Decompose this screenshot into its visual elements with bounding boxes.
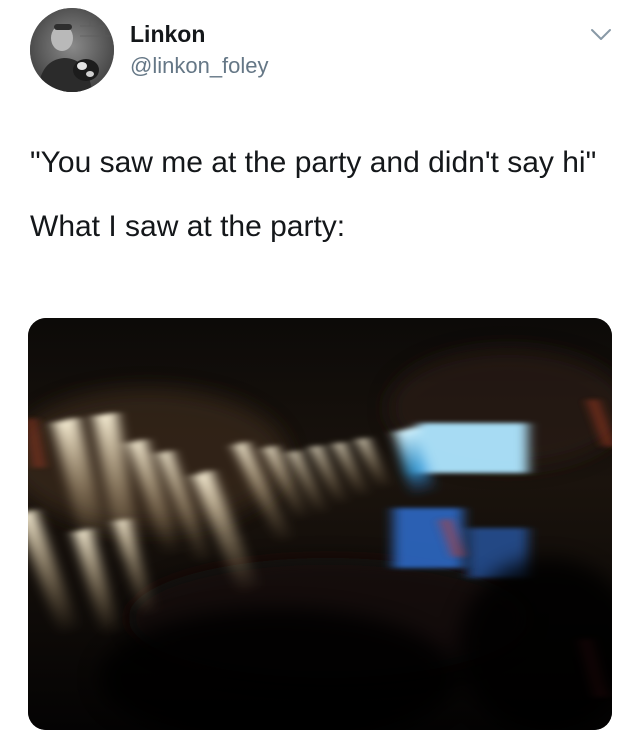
user-handle[interactable]: @linkon_foley (130, 52, 269, 80)
tweet-card: Linkon @linkon_foley "You saw me at the … (0, 0, 640, 748)
tweet-media-photo[interactable] (28, 318, 612, 730)
tweet-text: "You saw me at the party and didn't say … (30, 140, 610, 250)
tweet-header: Linkon @linkon_foley (30, 8, 620, 98)
display-name[interactable]: Linkon (130, 20, 269, 48)
tweet-text-line: What I saw at the party: (30, 210, 346, 243)
chevron-down-icon[interactable] (590, 28, 612, 42)
blurry-party-photo (28, 318, 612, 730)
avatar[interactable] (30, 8, 114, 92)
tweet-text-line: "You saw me at the party and didn't say … (30, 146, 597, 179)
author-names: Linkon @linkon_foley (130, 20, 269, 80)
